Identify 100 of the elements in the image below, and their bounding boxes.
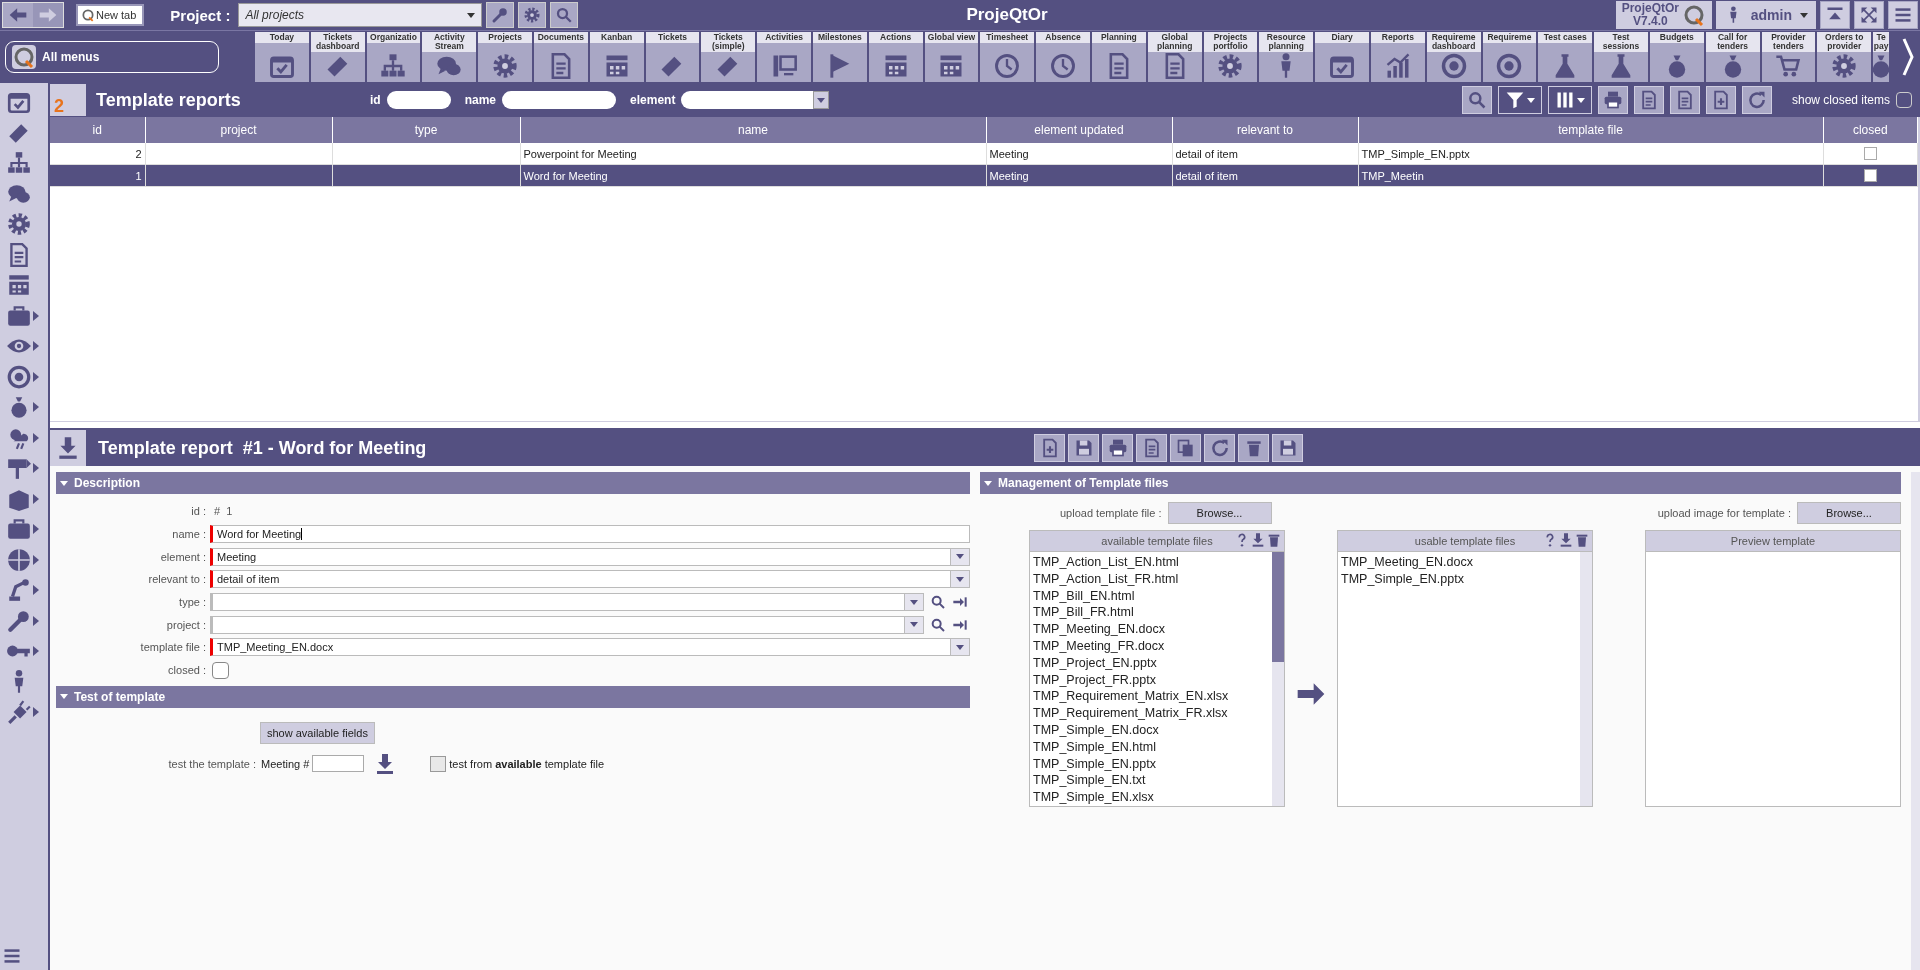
menu-tile[interactable]: Documents: [534, 32, 590, 82]
file-item[interactable]: TMP_Simple_EN.xlsx: [1030, 789, 1272, 806]
expand-arrow-icon[interactable]: [33, 402, 39, 413]
search-button[interactable]: [550, 2, 579, 28]
section-header[interactable]: Management of Template files: [980, 472, 1901, 494]
scrollbar[interactable]: [1272, 552, 1284, 806]
section-header[interactable]: Description: [56, 472, 970, 494]
menu-tile[interactable]: Milestones: [812, 32, 869, 82]
file-item[interactable]: TMP_Action_List_FR.html: [1030, 570, 1272, 588]
tools-button[interactable]: [486, 2, 515, 28]
browse-button[interactable]: Browse...: [1797, 502, 1901, 524]
download-icon[interactable]: [1250, 532, 1266, 548]
expand-arrow-icon[interactable]: [33, 524, 39, 535]
column-header[interactable]: type: [332, 117, 520, 143]
menu-tile[interactable]: Global planning: [1147, 32, 1204, 82]
scroll-thumb[interactable]: [1272, 552, 1284, 662]
menu-tile[interactable]: Tickets: [645, 32, 702, 82]
columns-button[interactable]: [1547, 86, 1592, 114]
new-item-button[interactable]: [1034, 434, 1065, 462]
project-select[interactable]: All projects: [238, 3, 483, 27]
trash-icon[interactable]: [1574, 532, 1590, 548]
menu-icon[interactable]: [2, 946, 22, 966]
file-item[interactable]: TMP_Simple_EN.txt: [1030, 772, 1272, 790]
refresh-button[interactable]: [1204, 434, 1235, 462]
menu-tile[interactable]: Test cases: [1538, 32, 1595, 82]
print-button[interactable]: [1102, 434, 1133, 462]
filter-button[interactable]: [1497, 86, 1542, 114]
show-closed-checkbox[interactable]: [1896, 92, 1912, 108]
column-header[interactable]: id: [50, 117, 145, 143]
filter-field[interactable]: [386, 91, 451, 109]
file-item[interactable]: TMP_Simple_EN.pptx: [1030, 755, 1272, 773]
show-fields-button[interactable]: show available fields: [260, 721, 375, 744]
browse-button[interactable]: Browse...: [1167, 502, 1272, 524]
menu-tile[interactable]: Requireme: [1482, 32, 1539, 82]
settings-button[interactable]: [518, 2, 547, 28]
print-button[interactable]: [1597, 86, 1628, 114]
search-icon[interactable]: [930, 594, 946, 611]
all-menus-button[interactable]: All menus: [5, 41, 219, 73]
menu-tile[interactable]: Actions: [868, 32, 925, 82]
menu-tile[interactable]: Te pay: [1873, 32, 1892, 82]
column-header[interactable]: relevant to: [1172, 117, 1358, 143]
file-item[interactable]: TMP_Project_EN.pptx: [1030, 654, 1272, 672]
file-item[interactable]: TMP_Meeting_EN.docx: [1338, 554, 1580, 571]
closed-checkbox[interactable]: [212, 661, 229, 679]
column-header[interactable]: project: [145, 117, 332, 143]
file-item[interactable]: TMP_Bill_EN.html: [1030, 587, 1272, 605]
menu-tile[interactable]: Today: [255, 32, 311, 82]
select-field[interactable]: Meeting: [210, 547, 970, 566]
save-as-button[interactable]: [1272, 434, 1303, 462]
refresh-button[interactable]: [1741, 86, 1772, 114]
menu-tile[interactable]: Diary: [1315, 32, 1371, 82]
expand-arrow-icon[interactable]: [33, 615, 39, 626]
splitter[interactable]: [50, 421, 1920, 430]
scrollbar[interactable]: [1580, 552, 1592, 806]
menu-tile[interactable]: Resource planning: [1259, 32, 1316, 82]
file-item[interactable]: TMP_Simple_EN.docx: [1030, 721, 1272, 739]
menu-tile[interactable]: Budgets: [1649, 32, 1706, 82]
csv-button[interactable]: [1669, 86, 1700, 114]
section-header[interactable]: Test of template: [56, 685, 970, 708]
file-item[interactable]: TMP_Bill_FR.html: [1030, 604, 1272, 622]
expand-arrow-icon[interactable]: [33, 432, 39, 443]
file-item[interactable]: TMP_Requirement_Matrix_EN.xlsx: [1030, 688, 1272, 706]
menu-tile[interactable]: Orders to provider: [1817, 32, 1874, 82]
menu-tile[interactable]: Call for tenders: [1705, 32, 1762, 82]
menu-tile[interactable]: Tickets (simple): [701, 32, 758, 82]
download-icon[interactable]: [1558, 532, 1574, 548]
copy-button[interactable]: [1170, 434, 1201, 462]
file-item[interactable]: TMP_Project_FR.pptx: [1030, 671, 1272, 689]
new-tab-button[interactable]: New tab: [76, 4, 145, 26]
menu-tile[interactable]: Planning: [1091, 32, 1148, 82]
collapse-button[interactable]: [1820, 1, 1850, 29]
file-item[interactable]: TMP_Simple_EN.html: [1030, 738, 1272, 756]
menu-tile[interactable]: Timesheet: [980, 32, 1037, 82]
column-header[interactable]: name: [520, 117, 986, 143]
filter-select[interactable]: [681, 91, 830, 109]
menu-tile[interactable]: Projects: [478, 32, 534, 82]
menu-tile[interactable]: Provider tenders: [1761, 32, 1818, 82]
expand-arrow-icon[interactable]: [33, 585, 39, 596]
delete-button[interactable]: [1238, 434, 1269, 462]
menu-tile[interactable]: Kanban: [589, 32, 646, 82]
select-field[interactable]: detail of item: [210, 570, 970, 589]
expand-arrow-icon[interactable]: [33, 310, 39, 321]
fullscreen-button[interactable]: [1854, 1, 1884, 29]
menu-tile[interactable]: Global view: [924, 32, 981, 82]
menu-tile[interactable]: Requireme dashboard: [1426, 32, 1483, 82]
filter-field[interactable]: [502, 91, 617, 109]
menu-tile[interactable]: Activities: [757, 32, 813, 82]
menu-tile[interactable]: Projects portfolio: [1203, 32, 1260, 82]
expand-arrow-icon[interactable]: [33, 493, 39, 504]
file-item[interactable]: TMP_Requirement_Matrix_FR.xlsx: [1030, 705, 1272, 722]
file-item[interactable]: TMP_Meeting_FR.docx: [1030, 638, 1272, 655]
name-field[interactable]: Word for Meeting: [210, 525, 970, 544]
item-number-field[interactable]: [312, 755, 365, 772]
pdf-button[interactable]: [1136, 434, 1167, 462]
expand-arrow-icon[interactable]: [33, 371, 39, 382]
menu-tile[interactable]: Reports: [1370, 32, 1427, 82]
expand-arrow-icon[interactable]: [33, 554, 39, 565]
search-button[interactable]: [1461, 86, 1492, 114]
file-item[interactable]: TMP_Simple_EN.pptx: [1338, 570, 1580, 588]
column-header[interactable]: template file: [1358, 117, 1823, 143]
